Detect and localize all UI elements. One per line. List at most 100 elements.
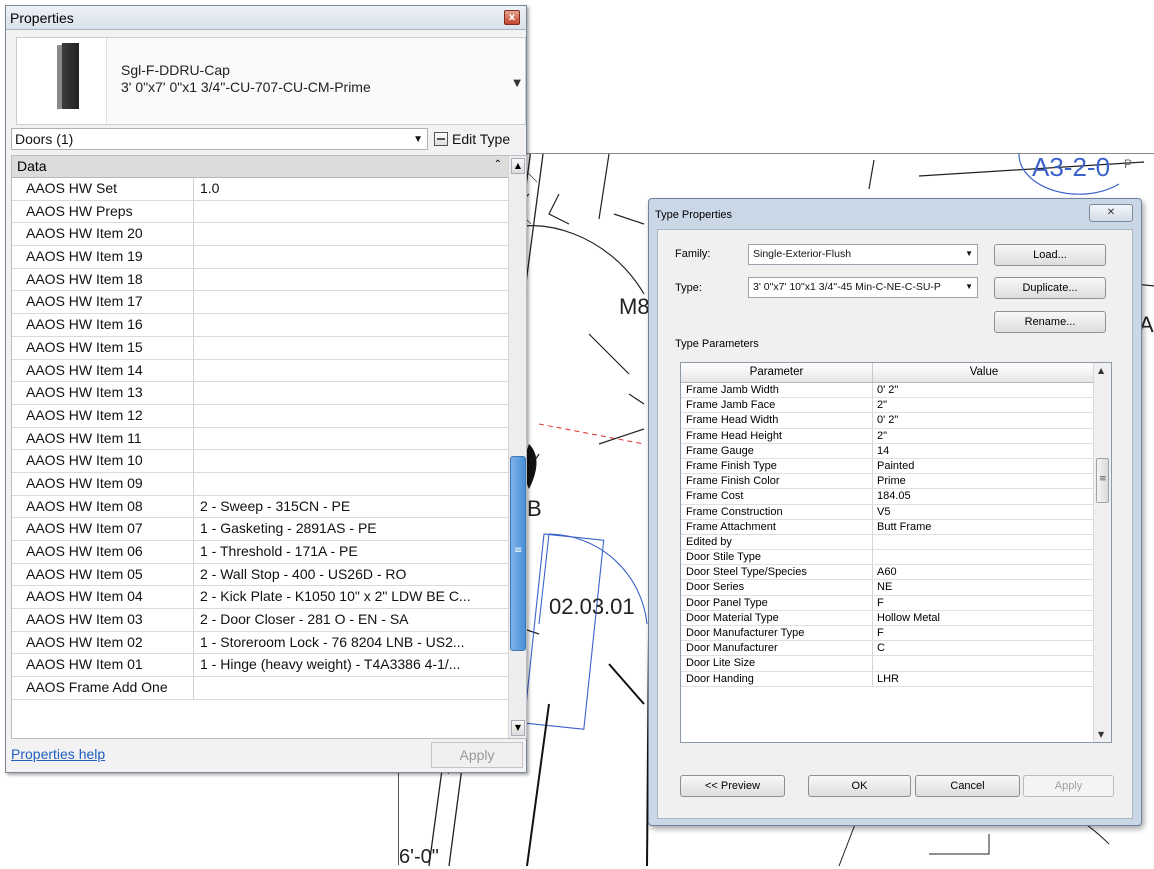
properties-help-link[interactable]: Properties help: [11, 746, 105, 762]
parameter-value[interactable]: 2": [873, 398, 1095, 412]
property-row[interactable]: AAOS HW Set 1.0: [12, 178, 508, 201]
property-row[interactable]: AAOS HW Item 01 1 - Hinge (heavy weight) …: [12, 654, 508, 678]
type-parameter-row[interactable]: Door Manufacturer C: [681, 641, 1095, 657]
type-parameter-row[interactable]: Frame Head Height 2": [681, 428, 1095, 444]
dialog-apply-button[interactable]: Apply: [1023, 775, 1114, 797]
type-parameter-row[interactable]: Frame Construction V5: [681, 504, 1095, 520]
property-row[interactable]: AAOS HW Item 16: [12, 314, 508, 337]
property-value[interactable]: 2 - Sweep - 315CN - PE: [194, 496, 508, 518]
type-parameter-row[interactable]: Edited by: [681, 534, 1095, 551]
ok-button[interactable]: OK: [808, 775, 911, 797]
property-row[interactable]: AAOS HW Item 06 1 - Threshold - 171A - PE: [12, 541, 508, 564]
property-value[interactable]: 1 - Storeroom Lock - 76 8204 LNB - US2..…: [194, 632, 508, 654]
property-row[interactable]: AAOS HW Item 04 2 - Kick Plate - K1050 10…: [12, 586, 508, 610]
parameter-value[interactable]: [873, 535, 1095, 549]
property-row[interactable]: AAOS HW Item 18: [12, 268, 508, 292]
property-value[interactable]: 1 - Gasketing - 2891AS - PE: [194, 518, 508, 540]
parameter-value[interactable]: A60: [873, 565, 1095, 579]
parameter-value[interactable]: 0' 2": [873, 413, 1095, 427]
collapse-icon[interactable]: ⌃: [494, 159, 502, 170]
cancel-button[interactable]: Cancel: [915, 775, 1020, 797]
property-value[interactable]: [194, 314, 508, 336]
property-value[interactable]: [194, 450, 508, 472]
parameter-value[interactable]: [873, 550, 1095, 564]
type-parameter-row[interactable]: Door Panel Type F: [681, 595, 1095, 611]
property-value[interactable]: [194, 269, 508, 291]
property-row[interactable]: AAOS HW Item 02 1 - Storeroom Lock - 76 8…: [12, 631, 508, 655]
parameter-value[interactable]: 14: [873, 444, 1095, 458]
property-value[interactable]: [194, 428, 508, 450]
property-row[interactable]: AAOS HW Item 11: [12, 427, 508, 451]
type-parameter-row[interactable]: Frame Gauge 14: [681, 443, 1095, 459]
property-row[interactable]: AAOS HW Item 03 2 - Door Closer - 281 O -…: [12, 609, 508, 632]
parameter-value[interactable]: Butt Frame: [873, 520, 1095, 534]
parameter-value[interactable]: LHR: [873, 672, 1095, 686]
scroll-up-icon[interactable]: ▲: [511, 158, 525, 174]
parameter-value[interactable]: Hollow Metal: [873, 611, 1095, 625]
property-row[interactable]: AAOS HW Item 07 1 - Gasketing - 2891AS - …: [12, 518, 508, 541]
property-value[interactable]: [194, 246, 508, 268]
parameter-value[interactable]: F: [873, 596, 1095, 610]
dialog-close-button[interactable]: ✕: [1089, 204, 1133, 222]
type-selector[interactable]: Sgl-F-DDRU-Cap 3' 0"x7' 0"x1 3/4"-CU-707…: [16, 37, 526, 125]
property-row[interactable]: AAOS Frame Add One: [12, 677, 508, 700]
type-parameter-row[interactable]: Frame Cost 184.05: [681, 489, 1095, 505]
property-value[interactable]: [194, 405, 508, 427]
property-value[interactable]: [194, 337, 508, 359]
type-parameter-row[interactable]: Door Stile Type: [681, 550, 1095, 566]
type-parameter-row[interactable]: Frame Head Width 0' 2": [681, 413, 1095, 429]
properties-titlebar[interactable]: Properties: [6, 6, 526, 30]
group-header-data[interactable]: Data ⌃: [12, 156, 508, 178]
parameter-value[interactable]: V5: [873, 505, 1095, 519]
rename-button[interactable]: Rename...: [994, 311, 1106, 333]
property-row[interactable]: AAOS HW Item 09: [12, 472, 508, 496]
type-parameters-table[interactable]: Parameter Value Frame Jamb Width 0' 2" Fra…: [680, 362, 1112, 743]
property-row[interactable]: AAOS HW Item 19: [12, 246, 508, 269]
type-parameter-row[interactable]: Frame Finish Type Painted: [681, 458, 1095, 475]
property-value[interactable]: 2 - Wall Stop - 400 - US26D - RO: [194, 564, 508, 586]
parameter-value[interactable]: 2": [873, 429, 1095, 443]
type-parameter-row[interactable]: Door Series NE: [681, 580, 1095, 596]
load-button[interactable]: Load...: [994, 244, 1106, 266]
type-parameter-row[interactable]: Frame Jamb Face 2": [681, 398, 1095, 414]
edit-type-button[interactable]: Edit Type: [434, 128, 510, 150]
instance-filter-select[interactable]: Doors (1) ▼: [11, 128, 428, 150]
property-value[interactable]: [194, 382, 508, 404]
scroll-up-icon[interactable]: ▲: [1098, 366, 1104, 375]
parameter-value[interactable]: [873, 656, 1095, 670]
scroll-down-icon[interactable]: ▼: [511, 720, 525, 736]
family-select[interactable]: Single-Exterior-Flush ▼: [748, 244, 978, 265]
property-value[interactable]: [194, 677, 508, 699]
properties-scrollbar[interactable]: ▲ ▼: [508, 156, 526, 738]
duplicate-button[interactable]: Duplicate...: [994, 277, 1106, 299]
parameter-value[interactable]: Prime: [873, 474, 1095, 488]
property-value[interactable]: [194, 201, 508, 223]
preview-button[interactable]: << Preview: [680, 775, 785, 797]
parameter-value[interactable]: C: [873, 641, 1095, 655]
type-parameter-row[interactable]: Door Manufacturer Type F: [681, 626, 1095, 642]
properties-close-button[interactable]: x: [504, 10, 520, 25]
type-parameter-row[interactable]: Frame Jamb Width 0' 2": [681, 383, 1095, 399]
property-value[interactable]: [194, 473, 508, 495]
property-value[interactable]: [194, 223, 508, 245]
property-row[interactable]: AAOS HW Item 14: [12, 359, 508, 383]
property-row[interactable]: AAOS HW Item 17: [12, 291, 508, 315]
property-row[interactable]: AAOS HW Item 20: [12, 223, 508, 247]
property-value[interactable]: 1 - Threshold - 171A - PE: [194, 541, 508, 563]
parameter-value[interactable]: F: [873, 626, 1095, 640]
property-row[interactable]: AAOS HW Preps: [12, 200, 508, 224]
parameter-value[interactable]: 0' 2": [873, 383, 1095, 397]
column-header-value[interactable]: Value: [873, 363, 1095, 382]
type-parameter-row[interactable]: Door Material Type Hollow Metal: [681, 610, 1095, 626]
property-row[interactable]: AAOS HW Item 13: [12, 382, 508, 405]
property-value[interactable]: 2 - Kick Plate - K1050 10" x 2" LDW BE C…: [194, 586, 508, 608]
property-row[interactable]: AAOS HW Item 12: [12, 404, 508, 428]
type-table-scrollbar[interactable]: ▲ ▼: [1093, 363, 1111, 742]
chevron-down-icon[interactable]: ▼: [513, 78, 521, 89]
property-row[interactable]: AAOS HW Item 05 2 - Wall Stop - 400 - US2…: [12, 563, 508, 587]
property-value[interactable]: 2 - Door Closer - 281 O - EN - SA: [194, 609, 508, 631]
parameter-value[interactable]: 184.05: [873, 489, 1095, 503]
property-value[interactable]: [194, 291, 508, 313]
property-value[interactable]: 1.0: [194, 178, 508, 200]
type-parameter-row[interactable]: Door Handing LHR: [681, 671, 1095, 687]
